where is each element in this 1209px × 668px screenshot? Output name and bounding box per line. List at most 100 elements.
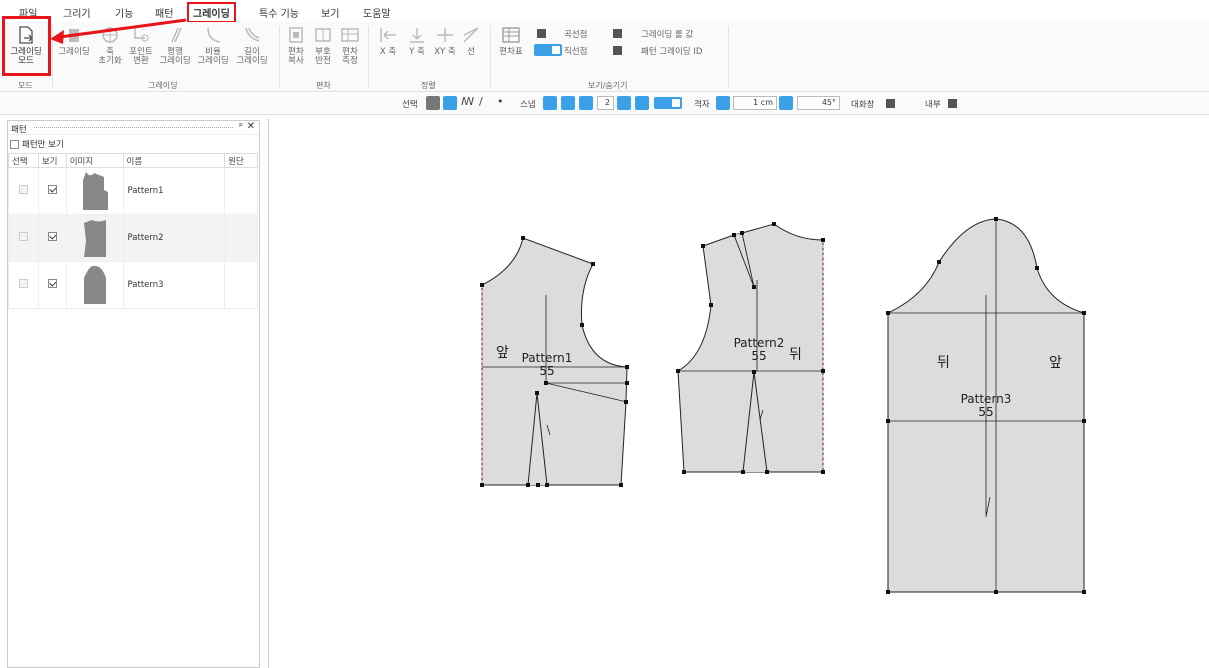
dialog-toggle[interactable] xyxy=(886,99,895,108)
pattern2-zone-label: 뒤 xyxy=(789,347,802,363)
select-checkbox[interactable] xyxy=(18,279,28,288)
pattern-fabric xyxy=(224,167,258,215)
select-point-icon[interactable]: ꟿ xyxy=(461,95,474,108)
length-grading-icon xyxy=(245,27,260,42)
snap-center-icon[interactable] xyxy=(635,96,649,110)
parallel-grading-button[interactable]: 평행 그레이딩 xyxy=(157,24,193,66)
pattern3-zone-left-label: 뒤 xyxy=(937,355,950,371)
pattern2-thumbnail xyxy=(83,220,106,257)
snap-end-icon[interactable] xyxy=(579,96,593,110)
table-row[interactable]: Pattern2 xyxy=(8,214,258,262)
snap-cross-icon[interactable] xyxy=(561,96,575,110)
col-fabric[interactable]: 원단 xyxy=(224,153,258,168)
visible-checkbox[interactable] xyxy=(47,279,57,288)
straight-point-label: 직선점 xyxy=(564,47,588,57)
inner-toggle[interactable] xyxy=(948,99,957,108)
menu-draw[interactable]: 그리기 xyxy=(60,4,94,21)
panel-drag-handle[interactable] xyxy=(34,127,233,128)
length-grading-button[interactable]: 길이 그레이딩 xyxy=(234,24,270,66)
select-label: 선택 xyxy=(402,100,418,110)
close-icon[interactable]: ✕ xyxy=(247,121,255,132)
ribbon-separator xyxy=(490,26,491,88)
grading-value-toggle[interactable] xyxy=(613,29,622,38)
group-label-view: 보기/숨기기 xyxy=(588,81,628,90)
select-checkbox[interactable] xyxy=(18,185,28,194)
align-x-icon xyxy=(380,28,396,42)
select-pattern-icon[interactable] xyxy=(443,96,457,110)
menu-grading[interactable]: 그레이딩 xyxy=(187,2,236,23)
pattern-grading-id-toggle[interactable] xyxy=(613,46,622,55)
pattern3-label: Pattern3 55 xyxy=(960,392,1012,419)
grading-button[interactable]: 그레이딩 xyxy=(56,24,92,57)
snap-toggle[interactable] xyxy=(654,97,682,109)
point-change-icon xyxy=(134,28,149,42)
pattern3-zone-right-label: 앞 xyxy=(1049,355,1062,371)
pattern-table: 선택 보기 이미지 이름 원단 Pattern1 Pattern2 Patter… xyxy=(8,153,258,309)
select-image-icon[interactable] xyxy=(426,96,440,110)
deviation-measure-icon xyxy=(341,28,359,42)
axis-init-button[interactable]: 축 초기화 xyxy=(95,24,125,66)
align-line-button[interactable]: 선 xyxy=(459,24,483,57)
ribbon-separator xyxy=(728,26,729,88)
snap-label: 스냅 xyxy=(520,100,536,110)
snap-curve-icon[interactable] xyxy=(617,96,631,110)
col-name[interactable]: 이름 xyxy=(122,153,226,168)
col-visible[interactable]: 보기 xyxy=(37,153,67,168)
grid-icon[interactable] xyxy=(716,96,730,110)
axis-reset-icon xyxy=(102,27,118,43)
table-row[interactable]: Pattern3 xyxy=(8,261,258,309)
pattern2-label: Pattern2 55 xyxy=(733,336,785,363)
group-label-deviation: 편차 xyxy=(316,81,331,90)
pin-icon[interactable]: ᵖ xyxy=(239,122,243,132)
select-checkbox[interactable] xyxy=(18,232,28,241)
inner-label: 내부 xyxy=(925,100,941,110)
sign-flip-icon xyxy=(315,28,331,42)
deviation-copy-button[interactable]: 편차 복사 xyxy=(283,24,309,66)
col-image[interactable]: 이미지 xyxy=(65,153,124,168)
menu-special[interactable]: 특수 기능 xyxy=(256,4,302,21)
align-xy-button[interactable]: XY 축 xyxy=(431,24,459,57)
deviation-copy-icon xyxy=(289,27,303,43)
align-xy-icon xyxy=(437,28,453,42)
angle-icon[interactable] xyxy=(779,96,793,110)
pattern3-thumbnail xyxy=(83,265,106,304)
menu-bar: 파일 그리기 기능 패턴 그레이딩 특수 기능 보기 도움말 xyxy=(0,0,1209,23)
canvas-svg xyxy=(480,217,1086,594)
ratio-grading-button[interactable]: 비율 그레이딩 xyxy=(195,24,231,66)
deviation-table-button[interactable]: 편차표 xyxy=(496,24,526,57)
pattern-fabric xyxy=(224,261,258,309)
snap-value-input[interactable]: 2 xyxy=(597,96,614,110)
drawing-toolbar: 선택 ꟿ / • 스냅 2 격자 1 cm 45° 대화창 내부 xyxy=(0,93,1209,115)
table-row[interactable]: Pattern1 xyxy=(8,167,258,215)
align-x-button[interactable]: X 축 xyxy=(374,24,402,57)
visible-checkbox[interactable] xyxy=(47,232,57,241)
pattern-only-checkbox[interactable] xyxy=(10,139,19,149)
sign-flip-button[interactable]: 부호 반전 xyxy=(310,24,336,66)
point-change-button[interactable]: 포인트 변환 xyxy=(126,24,156,66)
ribbon-separator xyxy=(279,26,280,88)
menu-pattern[interactable]: 패턴 xyxy=(152,4,176,21)
pattern-only-row: 패턴만 보기 xyxy=(8,135,259,153)
ratio-grading-icon xyxy=(207,27,221,43)
visible-checkbox[interactable] xyxy=(47,185,57,194)
curve-point-toggle[interactable] xyxy=(537,29,546,38)
deviation-measure-button[interactable]: 편차 측정 xyxy=(337,24,363,66)
grading-mode-button[interactable]: 그레이딩 모드 xyxy=(6,24,46,66)
menu-help[interactable]: 도움말 xyxy=(360,4,394,21)
select-line-icon[interactable]: / xyxy=(479,95,483,108)
ribbon-separator xyxy=(52,26,53,88)
drawing-canvas[interactable]: 앞 Pattern1 55 Pattern2 55 뒤 뒤 앞 Pattern3… xyxy=(268,118,1209,668)
menu-function[interactable]: 기능 xyxy=(112,4,136,21)
group-label-grading: 그레이딩 xyxy=(148,81,178,90)
pattern-fabric xyxy=(224,214,258,262)
align-line-icon xyxy=(463,27,479,43)
straight-point-toggle[interactable] xyxy=(534,44,562,56)
angle-value-input[interactable]: 45° xyxy=(797,96,840,110)
menu-view[interactable]: 보기 xyxy=(318,4,342,21)
col-select[interactable]: 선택 xyxy=(8,153,39,168)
align-y-button[interactable]: Y 축 xyxy=(403,24,431,57)
grid-value-input[interactable]: 1 cm xyxy=(733,96,777,110)
snap-line-icon[interactable] xyxy=(543,96,557,110)
select-dot-icon[interactable]: • xyxy=(497,95,504,108)
ribbon: 그레이딩 모드 모드 그레이딩 축 초기화 포인트 변환 평행 그레이딩 비율 … xyxy=(0,16,1209,92)
